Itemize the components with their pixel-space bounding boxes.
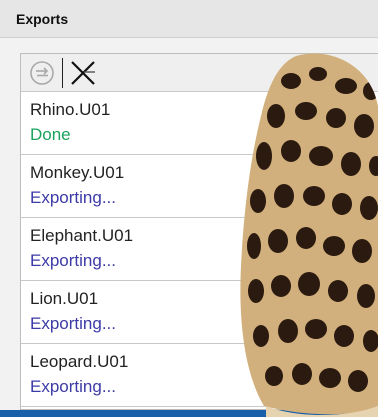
export-item-elephant[interactable]: Elephant.U01 Exporting... xyxy=(21,218,378,281)
export-status: Exporting... xyxy=(30,314,116,333)
export-status: Done xyxy=(30,125,71,144)
export-item-leopard[interactable]: Leopard.U01 Exporting... xyxy=(21,344,378,407)
title-bar: Exports xyxy=(0,0,378,38)
exports-list: Rhino.U01 Done Monkey.U01 Exporting... E… xyxy=(21,92,378,407)
clear-x-icon xyxy=(71,60,95,85)
exports-window: Exports Rhino.U01 Done Monkey.U01 Export… xyxy=(0,0,378,410)
refresh-icon xyxy=(30,60,54,85)
clear-button[interactable] xyxy=(68,58,98,88)
toolbar xyxy=(21,54,378,92)
window-title: Exports xyxy=(16,10,69,27)
export-name: Monkey.U01 xyxy=(30,163,125,182)
export-item-rhino[interactable]: Rhino.U01 Done xyxy=(21,92,378,155)
refresh-button[interactable] xyxy=(27,58,57,88)
export-status: Exporting... xyxy=(30,251,116,270)
export-name: Rhino.U01 xyxy=(30,100,111,119)
export-name: Elephant.U01 xyxy=(30,226,134,245)
export-name: Leopard.U01 xyxy=(30,352,129,371)
export-item-monkey[interactable]: Monkey.U01 Exporting... xyxy=(21,155,378,218)
toolbar-separator xyxy=(62,57,63,88)
exports-panel: Rhino.U01 Done Monkey.U01 Exporting... E… xyxy=(20,53,378,410)
export-status: Exporting... xyxy=(30,377,116,396)
export-item-lion[interactable]: Lion.U01 Exporting... xyxy=(21,281,378,344)
export-status: Exporting... xyxy=(30,188,116,207)
export-name: Lion.U01 xyxy=(30,289,99,308)
